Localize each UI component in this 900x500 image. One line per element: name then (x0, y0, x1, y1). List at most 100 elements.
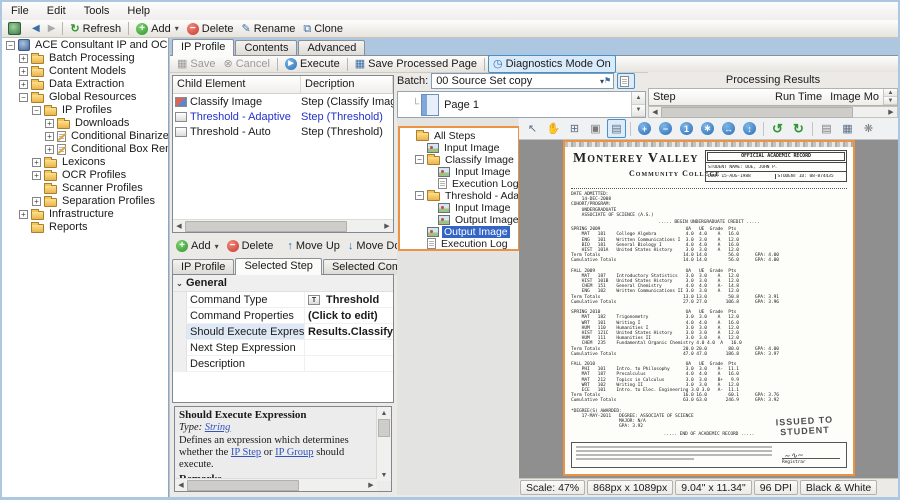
add-button[interactable]: +Add▾ (132, 21, 183, 37)
expander-plus-icon[interactable]: + (32, 171, 41, 180)
steps-tree-item[interactable]: Execution Log (400, 237, 518, 249)
steps-tree-item[interactable]: Output Image (400, 213, 518, 225)
rotate-right-icon[interactable]: ↻ (789, 119, 808, 138)
property-value[interactable]: Results.Classify_Image (305, 326, 393, 338)
step-add-button[interactable]: +Add▾ (172, 238, 223, 254)
column-child-element[interactable]: Child Element (173, 76, 301, 93)
steps-tree-item[interactable]: −Threshold - Adaptive (400, 189, 518, 201)
select-region-icon[interactable]: ⊞ (565, 119, 584, 138)
steps-tree-item[interactable]: Execution Log (400, 177, 518, 189)
expander-plus-icon[interactable]: + (45, 132, 54, 141)
show-page-button[interactable] (617, 73, 635, 89)
nav-tree-item[interactable]: Scanner Profiles (2, 181, 168, 194)
child-element-row[interactable]: Threshold - AutoStep (Threshold) (173, 124, 393, 139)
nav-tree-item[interactable]: +Data Extraction (2, 77, 168, 90)
menu-tools[interactable]: Tools (75, 2, 119, 20)
nav-tree-item[interactable]: +Separation Profiles (2, 194, 168, 207)
child-element-row[interactable]: Classify ImageStep (Classify Image) (173, 94, 393, 109)
expander-plus-icon[interactable]: + (45, 119, 54, 128)
expander-minus-icon[interactable]: − (6, 41, 15, 50)
property-row[interactable]: Next Step Expression (173, 340, 393, 356)
menu-edit[interactable]: Edit (38, 2, 75, 20)
steps-tree-item[interactable]: Input Image (400, 141, 518, 153)
best-fit-icon[interactable]: ∗ (698, 119, 717, 138)
nav-tree-item[interactable]: −ACE Consultant IP and OCR (2, 38, 168, 51)
tab-ip-profile[interactable]: IP Profile (172, 39, 234, 56)
results-hscrollbar[interactable]: ◀▶ (648, 106, 898, 118)
results-column-run-time[interactable]: Run Time (771, 91, 826, 103)
step-delete-button[interactable]: −Delete (223, 238, 278, 254)
fit-height-icon[interactable]: ↕ (740, 119, 759, 138)
property-row[interactable]: Description (173, 356, 393, 372)
pan-tool-icon[interactable]: ✋ (544, 119, 563, 138)
tab-step-ip-profile[interactable]: IP Profile (172, 259, 234, 275)
property-value[interactable]: TThreshold (305, 294, 393, 306)
page-list-spinner[interactable]: ▲▼ (631, 92, 645, 117)
nav-tree-item[interactable]: +Infrastructure (2, 207, 168, 220)
steps-tree-item[interactable]: Output Image (400, 225, 518, 237)
nav-tree-item[interactable]: −IP Profiles (2, 103, 168, 116)
tab-advanced[interactable]: Advanced (298, 40, 365, 56)
column-description[interactable]: Decription (301, 76, 393, 93)
nav-tree-item[interactable]: +Batch Processing (2, 51, 168, 64)
page-thumbnail[interactable] (421, 94, 439, 116)
fit-page-icon[interactable]: ▤ (607, 119, 626, 138)
expander-plus-icon[interactable]: + (19, 54, 28, 63)
zoom-in-icon[interactable]: + (635, 119, 654, 138)
child-grid-hscrollbar[interactable]: ◀▶ (173, 219, 393, 232)
property-group-general[interactable]: ⌄ General (173, 275, 393, 292)
save-button[interactable]: ▦Save (173, 56, 219, 72)
pointer-tool-icon[interactable]: ↖ (523, 119, 542, 138)
results-spinner[interactable]: ▲▼ (883, 89, 897, 105)
snapshot-icon[interactable]: ▣ (586, 119, 605, 138)
delete-button[interactable]: −Delete (183, 21, 238, 37)
help-hscrollbar[interactable]: ◀▶ (175, 478, 377, 491)
nav-tree-item[interactable]: +Conditional Binarize (2, 129, 168, 142)
menu-file[interactable]: File (2, 2, 38, 20)
fit-width-icon[interactable]: ↔ (719, 119, 738, 138)
expander-plus-icon[interactable]: + (19, 80, 28, 89)
nav-tree-item[interactable]: Reports (2, 220, 168, 233)
processed-document-image[interactable]: Monterey Valley Community College OFFICI… (563, 140, 855, 476)
property-row[interactable]: Should Execute ExpressionResults.Classif… (173, 324, 393, 340)
execute-button[interactable]: ▶Execute (281, 56, 344, 72)
property-value[interactable]: (Click to edit) (305, 310, 393, 322)
expander-plus-icon[interactable]: + (32, 158, 41, 167)
save-view-icon[interactable]: ▦ (838, 119, 857, 138)
expander-plus-icon[interactable]: + (32, 197, 41, 206)
refresh-button[interactable]: ↻Refresh (66, 21, 125, 37)
page-label[interactable]: Page 1 (444, 99, 479, 111)
clone-button[interactable]: ⧉Clone (299, 21, 347, 37)
batch-combobox[interactable]: 00 Source Set copy ▾ ⚑ (431, 73, 614, 89)
diagnostics-mode-button[interactable]: ◷Diagnostics Mode On (488, 55, 616, 73)
image-viewer-canvas[interactable]: Monterey Valley Community College OFFICI… (519, 140, 898, 478)
image-settings-icon[interactable]: ❋ (859, 119, 878, 138)
ip-step-link[interactable]: IP Step (231, 447, 261, 458)
rotate-left-icon[interactable]: ↺ (768, 119, 787, 138)
move-up-button[interactable]: ↑Move Up (283, 238, 344, 254)
property-row[interactable]: Command Properties(Click to edit) (173, 308, 393, 324)
steps-tree-item[interactable]: All Steps (400, 129, 518, 141)
expander-plus-icon[interactable]: + (19, 67, 28, 76)
zoom-out-icon[interactable]: − (656, 119, 675, 138)
property-row[interactable]: Command TypeTThreshold (173, 292, 393, 308)
nav-tree-item[interactable]: −Global Resources (2, 90, 168, 103)
expander-plus-icon[interactable]: + (19, 210, 28, 219)
steps-tree-item[interactable]: Input Image (400, 165, 518, 177)
menu-help[interactable]: Help (118, 2, 159, 20)
nav-window-button[interactable] (4, 21, 28, 37)
nav-tree-item[interactable]: +Lexicons (2, 155, 168, 168)
actual-size-icon[interactable]: 1 (677, 119, 696, 138)
nav-tree-item[interactable]: +Conditional Box Removal (2, 142, 168, 155)
expander-plus-icon[interactable]: + (45, 145, 54, 154)
expander-minus-icon[interactable]: − (415, 191, 424, 200)
save-processed-page-button[interactable]: ▦Save Processed Page (351, 56, 481, 72)
rename-button[interactable]: ✎Rename (238, 21, 300, 37)
expander-minus-icon[interactable]: − (32, 106, 41, 115)
nav-tree-item[interactable]: +Downloads (2, 116, 168, 129)
results-column-step[interactable]: Step (649, 91, 771, 103)
help-type-link[interactable]: String (205, 422, 231, 433)
help-vscrollbar[interactable]: ▲▼ (376, 407, 391, 481)
print-icon[interactable]: ▤ (817, 119, 836, 138)
nav-tree-item[interactable]: +OCR Profiles (2, 168, 168, 181)
